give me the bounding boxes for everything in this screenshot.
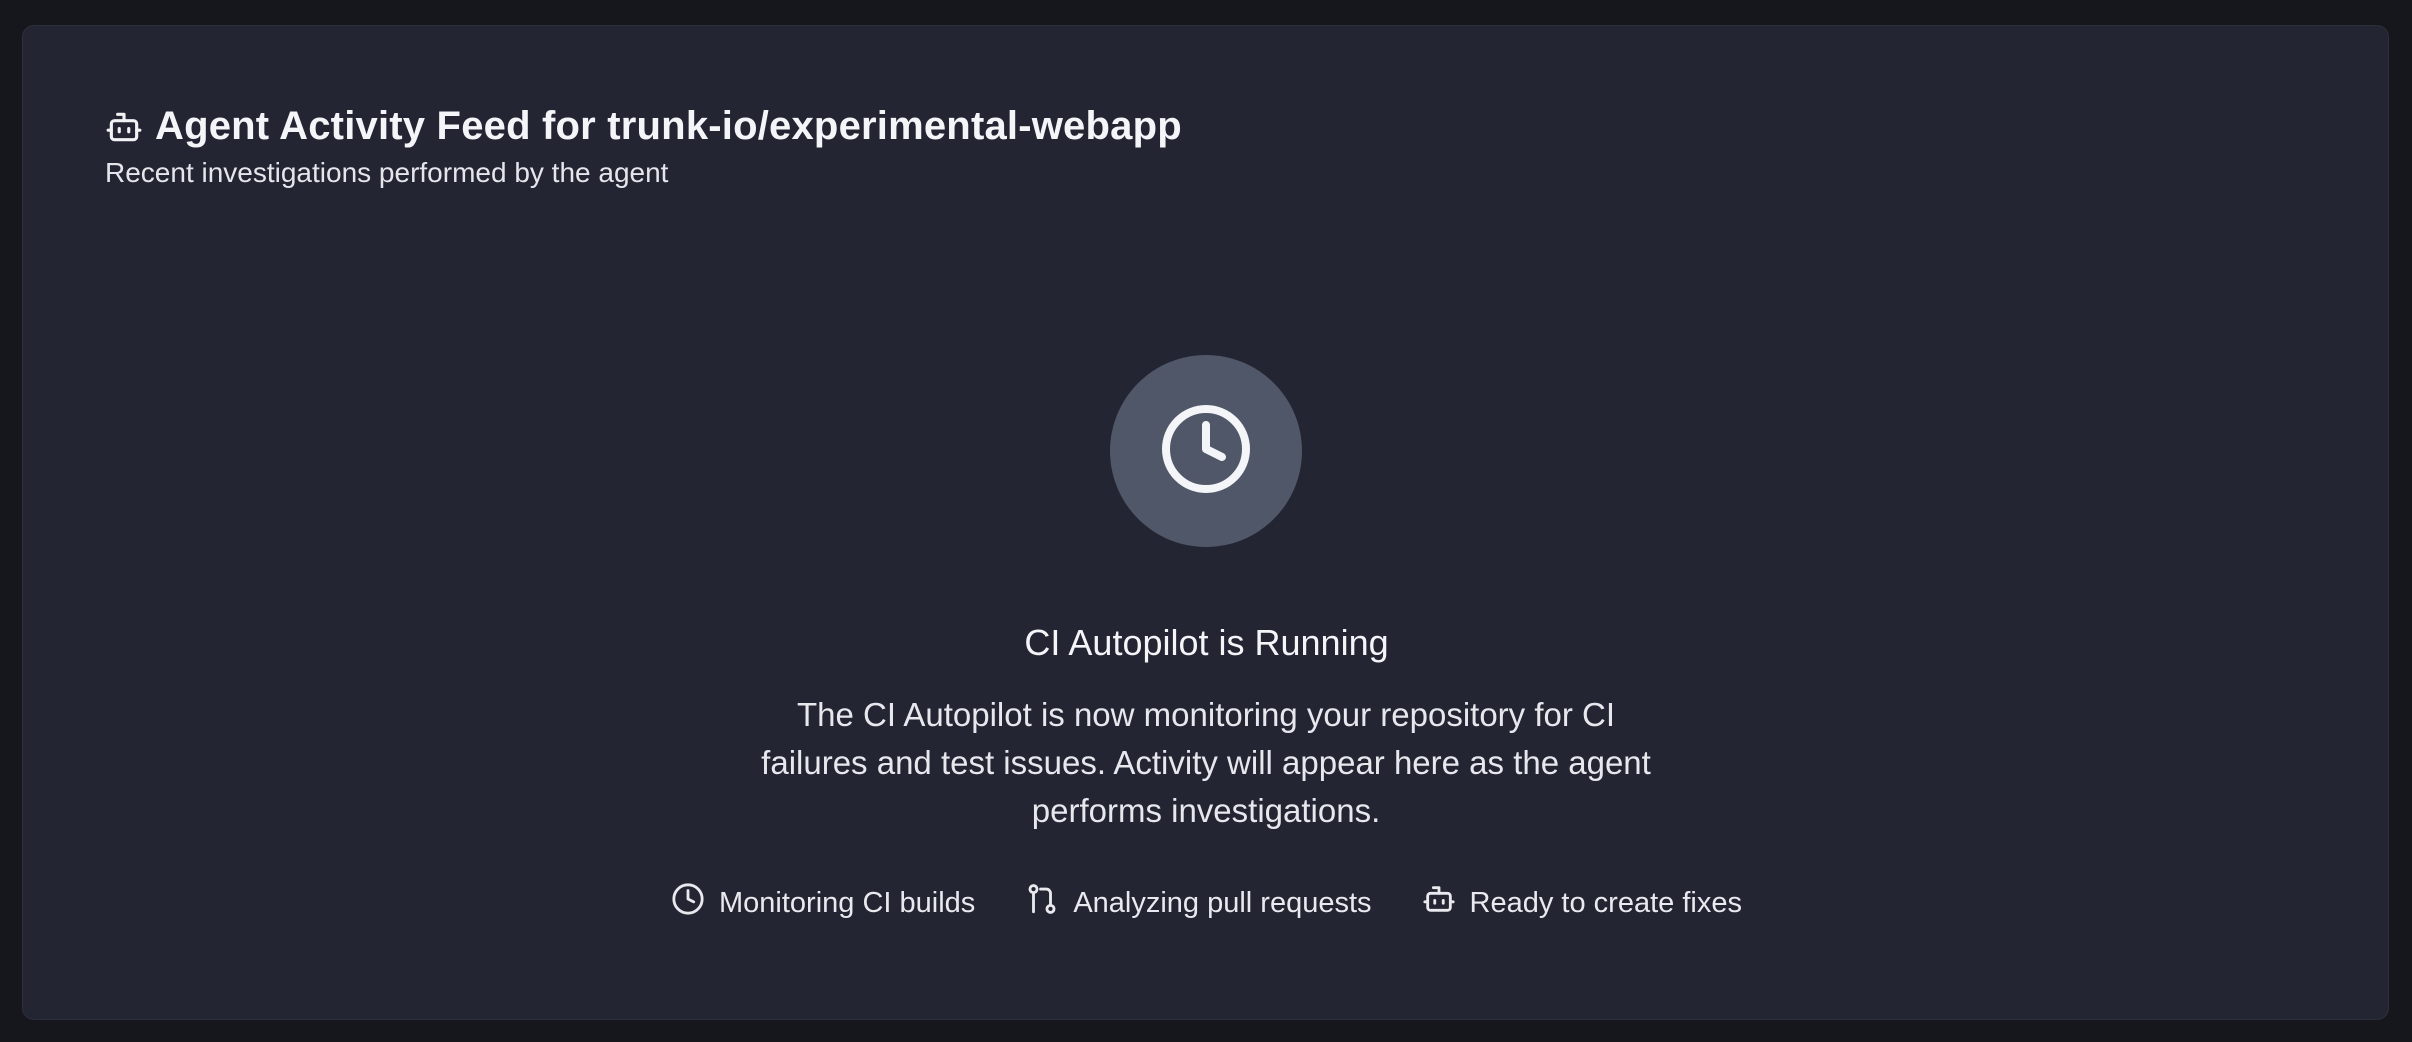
activity-feed-card: Agent Activity Feed for trunk-io/experim…: [22, 25, 2389, 1020]
empty-state-description: The CI Autopilot is now monitoring your …: [761, 696, 1651, 829]
feature-label: Analyzing pull requests: [1073, 886, 1372, 919]
feature-item-fixes: Ready to create fixes: [1422, 882, 1742, 924]
clock-icon: [1158, 401, 1254, 502]
feature-item-pull-requests: Analyzing pull requests: [1025, 882, 1372, 924]
clock-icon: [671, 882, 705, 924]
card-header: Agent Activity Feed for trunk-io/experim…: [105, 104, 1182, 189]
title-row: Agent Activity Feed for trunk-io/experim…: [105, 104, 1182, 149]
feature-label: Ready to create fixes: [1469, 886, 1742, 919]
page-title: Agent Activity Feed for trunk-io/experim…: [155, 104, 1182, 148]
git-pull-request-icon: [1025, 882, 1059, 924]
feature-list: Monitoring CI builds Analyzing pull requ…: [23, 882, 2390, 924]
bot-icon: [105, 108, 143, 146]
bot-icon: [1422, 882, 1456, 924]
status-icon-circle: [1110, 355, 1302, 547]
feature-item-monitoring: Monitoring CI builds: [671, 882, 975, 924]
feature-label: Monitoring CI builds: [719, 886, 976, 919]
page-subtitle: Recent investigations performed by the a…: [105, 157, 669, 188]
empty-state-title: CI Autopilot is Running: [1024, 622, 1389, 663]
